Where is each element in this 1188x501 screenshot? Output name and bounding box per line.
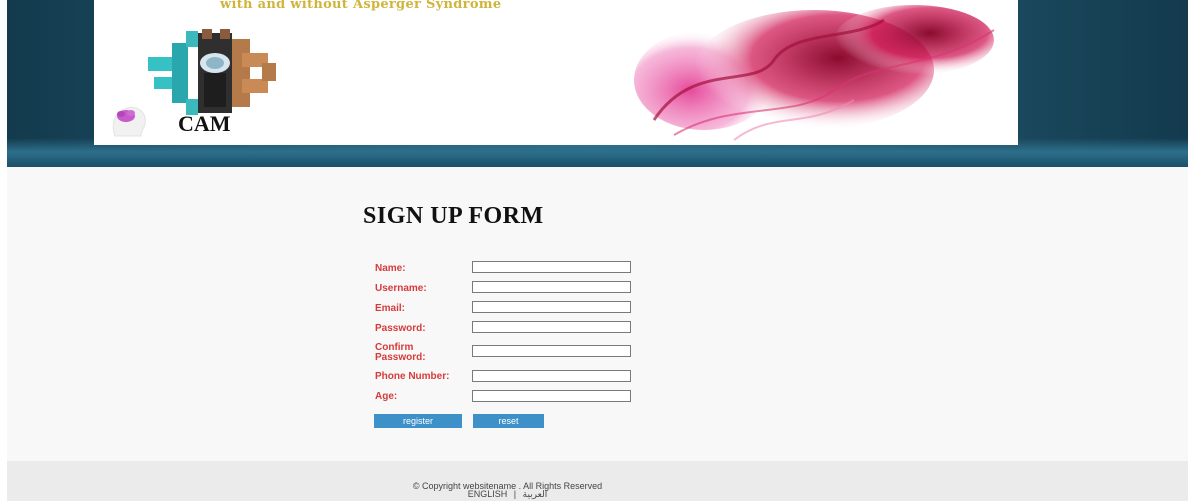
lang-arabic-link[interactable]: العربية: [523, 489, 548, 499]
phone-number-label: Phone Number:: [375, 371, 450, 382]
logo-text: CAM: [178, 111, 231, 136]
register-button[interactable]: register: [374, 414, 462, 428]
confirm-password-field[interactable]: [472, 345, 631, 357]
lang-separator: |: [513, 489, 517, 499]
brain-head-icon: [112, 106, 146, 137]
reset-button[interactable]: reset: [473, 414, 544, 428]
password-label: Password:: [375, 323, 426, 334]
lang-english-link[interactable]: ENGLISH: [468, 489, 508, 499]
name-field[interactable]: [472, 261, 631, 273]
smoke-artwork: [534, 0, 1018, 145]
header-banner: with and without Asperger Syndrome CAM: [94, 0, 1018, 145]
username-field[interactable]: [472, 281, 631, 293]
email-field[interactable]: [472, 301, 631, 313]
username-label: Username:: [375, 283, 427, 294]
site-footer: © Copyright websitename . All Rights Res…: [7, 461, 1188, 501]
email-label: Email:: [375, 303, 406, 314]
page: with and without Asperger Syndrome CAM S…: [7, 0, 1188, 501]
gear-logo-icon: [148, 29, 276, 115]
age-label: Age:: [375, 391, 398, 402]
language-switcher: ENGLISH | العربية: [7, 489, 1188, 499]
name-label: Name:: [375, 263, 406, 274]
tagline: with and without Asperger Syndrome: [220, 0, 502, 12]
phone-number-field[interactable]: [472, 370, 631, 382]
password-field[interactable]: [472, 321, 631, 333]
confirm-password-label: Confirm Password:: [375, 342, 426, 363]
age-field[interactable]: [472, 390, 631, 402]
site-header: with and without Asperger Syndrome CAM: [7, 0, 1188, 167]
page-title: SIGN UP FORM: [363, 203, 544, 229]
